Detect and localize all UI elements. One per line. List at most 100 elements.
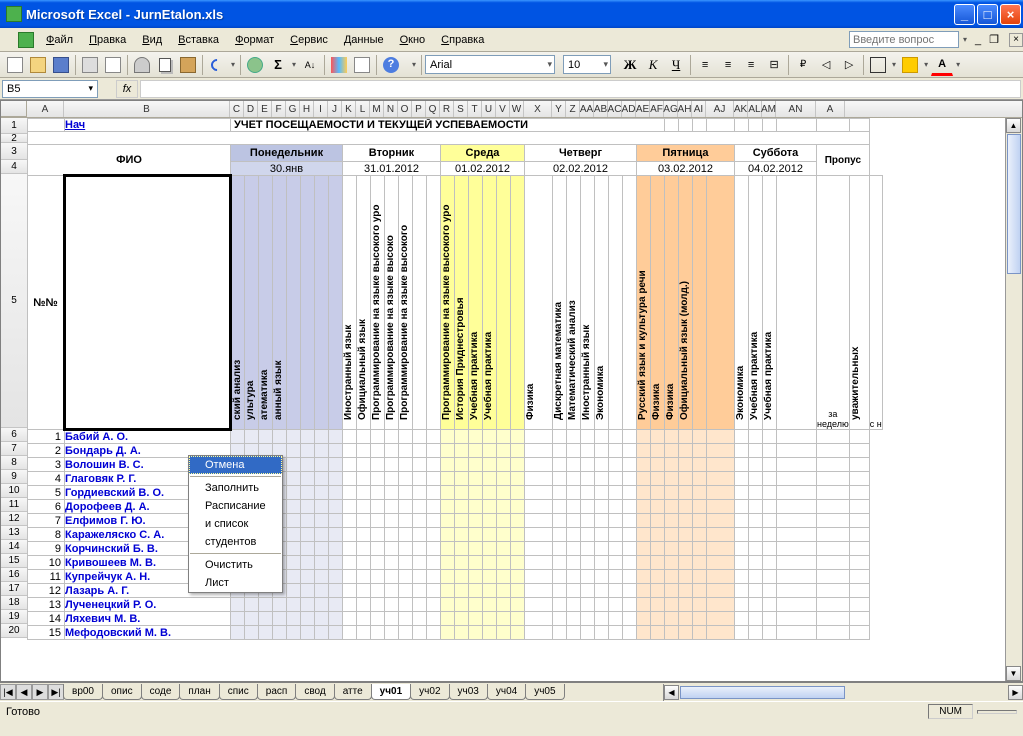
sheet-tab-опис[interactable]: опис [102,684,142,700]
sheet-tab-соде[interactable]: соде [141,684,181,700]
help-dropdown[interactable]: ▾ [961,35,969,44]
menu-view[interactable]: Вид [134,31,170,49]
hscroll-thumb[interactable] [680,686,845,699]
menu-file[interactable]: Файл [38,31,81,49]
menu-format[interactable]: Формат [227,31,282,49]
col-header-B[interactable]: B [64,101,230,117]
column-headers[interactable]: ABCDEFGHIJKLMNOPQRSTUVWXYZAAABACADAEAFAG… [1,101,1022,118]
ctx-cancel[interactable]: Отмена [189,456,282,474]
paste-button[interactable] [177,54,199,76]
hyperlink-button[interactable] [244,54,266,76]
align-right-button[interactable]: ≡ [740,54,762,76]
fill-color-button[interactable] [899,54,921,76]
student-row[interactable]: Мефодовский М. В. [65,626,231,640]
copy-button[interactable] [154,54,176,76]
col-header-AA[interactable]: AA [580,101,594,117]
scroll-up-button[interactable]: ▲ [1006,118,1021,133]
maximize-button[interactable]: □ [977,4,998,25]
row-header-10[interactable]: 10 [1,484,27,498]
ctx-fill[interactable]: Заполнить [189,479,282,497]
col-header-AJ[interactable]: AJ [706,101,734,117]
sheet-tab-уч01[interactable]: уч01 [371,684,412,700]
menu-data[interactable]: Данные [336,31,392,49]
tab-prev-button[interactable]: ◀ [16,684,32,700]
fx-button[interactable]: fx [116,80,138,98]
row-header-12[interactable]: 12 [1,512,27,526]
student-row[interactable]: Бабий А. О. [65,430,231,444]
col-header-AC[interactable]: AC [608,101,622,117]
tab-first-button[interactable]: |◀ [0,684,16,700]
sheet-tab-атте[interactable]: атте [334,684,372,700]
col-header-S[interactable]: S [454,101,468,117]
sheet-tab-уч04[interactable]: уч04 [487,684,526,700]
doc-restore[interactable]: ❐ [987,33,1001,46]
col-header-Y[interactable]: Y [552,101,566,117]
row-headers[interactable]: 1234567891011121314151617181920 [1,118,27,640]
col-header-G[interactable]: G [286,101,300,117]
ctx-schedule[interactable]: Расписание [189,497,282,515]
row-header-5[interactable]: 5 [1,174,27,428]
sheet-tab-спис[interactable]: спис [219,684,258,700]
col-header-M[interactable]: M [370,101,384,117]
indent-inc-button[interactable]: ▷ [838,54,860,76]
select-all-corner[interactable] [1,101,27,117]
col-header-N[interactable]: N [384,101,398,117]
row-header-6[interactable]: 6 [1,428,27,442]
menu-window[interactable]: Окно [392,31,434,49]
col-header-AN[interactable]: AN [776,101,816,117]
col-header-V[interactable]: V [496,101,510,117]
sheet-tab-вр00[interactable]: вр00 [63,684,103,700]
col-header-I[interactable]: I [314,101,328,117]
formula-input[interactable] [140,80,1021,98]
col-header-Z[interactable]: Z [566,101,580,117]
col-header-AG[interactable]: AG [664,101,678,117]
row-header-3[interactable]: 3 [1,143,27,160]
tab-next-button[interactable]: ▶ [32,684,48,700]
row-header-17[interactable]: 17 [1,582,27,596]
col-header-AK[interactable]: AK [734,101,748,117]
close-button[interactable]: × [1000,4,1021,25]
scroll-left-button[interactable]: ◀ [664,685,679,700]
help-button[interactable]: ? [380,54,402,76]
open-button[interactable] [27,54,49,76]
bold-button[interactable]: Ж [619,54,641,76]
ctx-andlist[interactable]: и список [189,515,282,533]
align-left-button[interactable]: ≡ [694,54,716,76]
col-header-AD[interactable]: AD [622,101,636,117]
borders-button[interactable] [867,54,889,76]
col-header-F[interactable]: F [272,101,286,117]
minimize-button[interactable]: _ [954,4,975,25]
row-header-13[interactable]: 13 [1,526,27,540]
col-header-D[interactable]: D [244,101,258,117]
col-header-W[interactable]: W [510,101,524,117]
nach-link[interactable]: Нач [65,119,85,131]
font-size-combo[interactable]: 10 [563,55,611,74]
indent-dec-button[interactable]: ◁ [815,54,837,76]
col-header-AE[interactable]: AE [636,101,650,117]
print-button[interactable] [79,54,101,76]
new-button[interactable] [4,54,26,76]
ctx-clear[interactable]: Очистить [189,556,282,574]
row-header-20[interactable]: 20 [1,624,27,638]
col-header-A[interactable]: A [27,101,64,117]
col-header-K[interactable]: K [342,101,356,117]
col-header-AB[interactable]: AB [594,101,608,117]
sheet-tab-расп[interactable]: расп [257,684,297,700]
col-header-AH[interactable]: AH [678,101,692,117]
col-header-E[interactable]: E [258,101,272,117]
col-header-AL[interactable]: AL [748,101,762,117]
col-header-Q[interactable]: Q [426,101,440,117]
doc-close-button[interactable]: × [1009,33,1023,47]
row-header-9[interactable]: 9 [1,470,27,484]
row-header-18[interactable]: 18 [1,596,27,610]
col-header-U[interactable]: U [482,101,496,117]
col-header-AI[interactable]: AI [692,101,706,117]
sum-button[interactable]: Σ [267,54,289,76]
ctx-students[interactable]: студентов [189,533,282,551]
preview-button[interactable] [102,54,124,76]
save-button[interactable] [50,54,72,76]
name-box[interactable]: B5▾ [2,80,98,98]
col-header-H[interactable]: H [300,101,314,117]
row-header-4[interactable]: 4 [1,160,27,174]
col-header-R[interactable]: R [440,101,454,117]
